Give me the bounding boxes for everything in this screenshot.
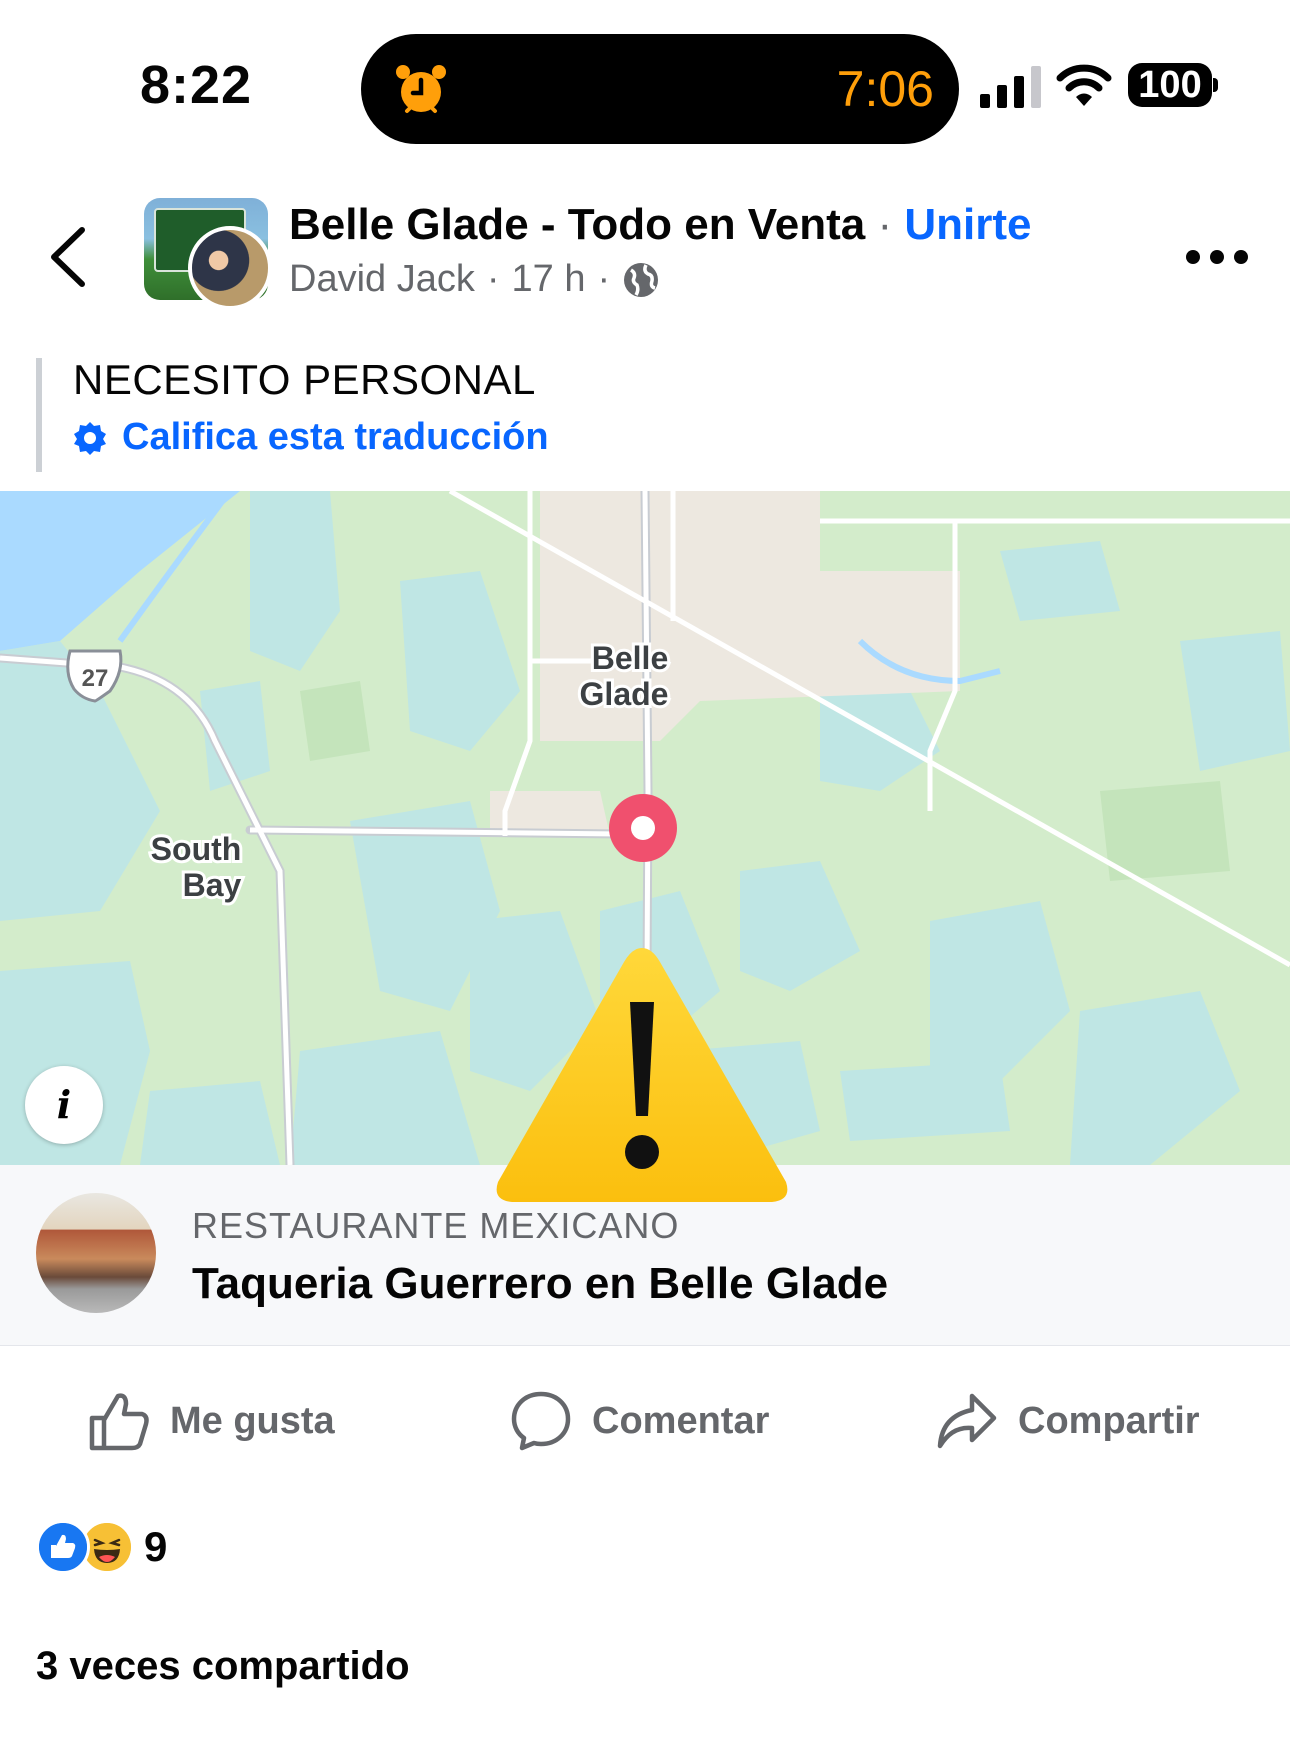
warning-icon: [496, 948, 788, 1202]
map-pin-icon[interactable]: [609, 794, 677, 862]
join-group-link[interactable]: Unirte: [904, 200, 1031, 249]
post-text: NECESITO PERSONAL: [73, 356, 536, 403]
alarm-icon: [396, 65, 446, 113]
like-label: Me gusta: [170, 1399, 335, 1442]
highway-label: 27: [82, 665, 109, 692]
reaction-count: 9: [144, 1523, 168, 1570]
map-label-south: South: [151, 831, 242, 867]
title-separator: ·: [877, 200, 893, 249]
rate-translation-link[interactable]: Califica esta traducción: [72, 416, 549, 459]
shares-count[interactable]: 3 veces compartido: [36, 1644, 410, 1689]
like-reaction-icon: [36, 1520, 90, 1574]
map-label-belle: Belle: [592, 640, 668, 676]
rate-translation-label: Califica esta traducción: [122, 416, 549, 458]
signal-icon: [980, 66, 1041, 108]
share-icon: [937, 1393, 997, 1449]
translation-quote-bar: [36, 358, 42, 472]
post-meta: David Jack · 17 h ·: [289, 258, 660, 301]
like-button[interactable]: Me gusta: [88, 1390, 335, 1452]
group-name-link[interactable]: Belle Glade - Todo en Venta: [289, 200, 865, 249]
back-icon[interactable]: [44, 222, 94, 292]
globe-icon: [624, 262, 659, 297]
author-avatar[interactable]: [188, 226, 272, 310]
meta-separator-2: ·: [597, 258, 611, 300]
place-photo: [36, 1193, 156, 1313]
share-label: Compartir: [1018, 1399, 1200, 1442]
author-name[interactable]: David Jack: [289, 258, 475, 301]
info-icon[interactable]: i: [25, 1066, 103, 1144]
comment-button[interactable]: Comentar: [510, 1390, 769, 1452]
share-button[interactable]: Compartir: [936, 1390, 1200, 1452]
more-options-icon[interactable]: [1186, 250, 1250, 270]
status-time: 8:22: [140, 55, 253, 115]
group-title-row: Belle Glade - Todo en Venta · Unirte: [289, 200, 1031, 250]
comment-label: Comentar: [592, 1399, 770, 1442]
wifi-icon: [1056, 64, 1112, 106]
like-icon: [89, 1393, 149, 1451]
dynamic-island[interactable]: 7:06: [361, 34, 959, 144]
gear-icon: [74, 421, 106, 455]
post-age[interactable]: 17 h: [512, 258, 586, 301]
battery-nub: [1213, 78, 1218, 92]
timer-countdown: 7:06: [836, 61, 934, 117]
reactions-summary[interactable]: 9: [36, 1520, 167, 1574]
place-category: RESTAURANTE MEXICANO: [192, 1205, 680, 1246]
battery-indicator: 100: [1128, 63, 1212, 107]
place-name: Taqueria Guerrero en Belle Glade: [192, 1259, 889, 1308]
comment-icon: [511, 1391, 571, 1451]
meta-separator: ·: [486, 258, 500, 300]
map-label-bay: Bay: [183, 867, 242, 903]
map-label-glade: Glade: [580, 676, 669, 712]
